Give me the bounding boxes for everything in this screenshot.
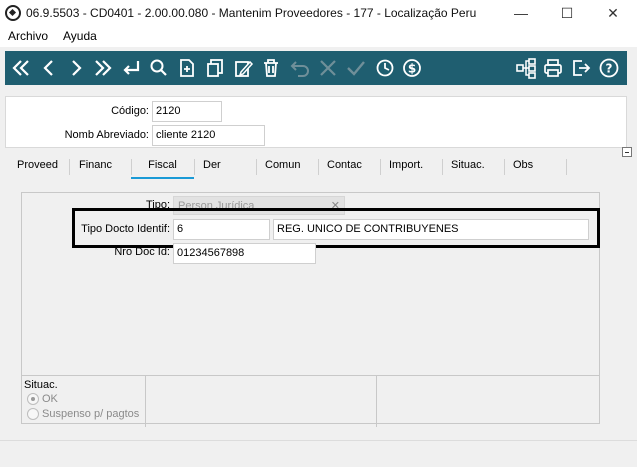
window-title: 06.9.5503 - CD0401 - 2.00.00.080 - Mante…: [26, 6, 477, 20]
exit-icon[interactable]: [569, 55, 593, 81]
copy-icon[interactable]: [203, 55, 227, 81]
highlight-box: [72, 208, 600, 248]
tab-proveed[interactable]: Proveed: [17, 155, 58, 179]
undo-icon: [288, 55, 312, 81]
tab-divider: [194, 159, 195, 175]
nomb-abreviado-label: Nomb Abreviado:: [64, 129, 149, 141]
tab-divider: [442, 159, 443, 175]
tab-import[interactable]: Import.: [389, 155, 423, 179]
new-document-icon[interactable]: [175, 55, 199, 81]
right-group: [376, 375, 600, 427]
menu-bar: Archivo Ayuda: [0, 27, 637, 47]
tab-fiscal[interactable]: Fiscal: [131, 155, 194, 179]
tab-bar: Proveed Financ Fiscal Der Comun Contac I…: [5, 155, 627, 179]
tab-divider: [566, 159, 567, 175]
delete-icon[interactable]: [259, 55, 283, 81]
minimize-button[interactable]: —: [498, 0, 544, 27]
help-icon[interactable]: ?: [597, 55, 621, 81]
nro-doc-id-label: Nro Doc Id:: [114, 246, 170, 258]
tab-comun[interactable]: Comun: [265, 155, 300, 179]
tab-divider: [504, 159, 505, 175]
history-icon[interactable]: [373, 55, 397, 81]
last-record-icon[interactable]: [91, 55, 115, 81]
status-bar: [0, 440, 637, 467]
first-record-icon[interactable]: [9, 55, 33, 81]
radio-suspenso-indicator: [27, 408, 39, 420]
title-bar: 06.9.5503 - CD0401 - 2.00.00.080 - Mante…: [0, 0, 637, 27]
tab-der[interactable]: Der: [203, 155, 221, 179]
codigo-field[interactable]: 2120: [152, 101, 222, 122]
tab-financ[interactable]: Financ: [79, 155, 112, 179]
cancel-icon: [316, 55, 340, 81]
tab-divider: [69, 159, 70, 175]
svg-text:$: $: [408, 62, 416, 76]
tab-divider: [318, 159, 319, 175]
previous-record-icon[interactable]: [37, 55, 61, 81]
tab-contac[interactable]: Contac: [327, 155, 362, 179]
situac-title: Situac.: [24, 379, 58, 391]
confirm-icon: [344, 55, 368, 81]
nomb-abreviado-field[interactable]: cliente 2120: [152, 125, 265, 146]
radio-ok-label: OK: [42, 393, 58, 405]
edit-icon[interactable]: [231, 55, 255, 81]
codigo-label: Código:: [111, 105, 149, 117]
search-icon[interactable]: [147, 55, 171, 81]
close-button[interactable]: ✕: [590, 0, 636, 27]
currency-icon[interactable]: $: [400, 55, 424, 81]
hierarchy-icon[interactable]: [514, 55, 538, 81]
nro-doc-id-field[interactable]: 01234567898: [173, 243, 316, 264]
maximize-button[interactable]: ☐: [544, 0, 590, 27]
print-icon[interactable]: [541, 55, 565, 81]
tab-divider: [380, 159, 381, 175]
tab-divider: [256, 159, 257, 175]
app-logo-icon: [5, 5, 21, 21]
radio-ok-indicator: [27, 393, 39, 405]
tab-situac[interactable]: Situac.: [451, 155, 485, 179]
radio-suspenso: Suspenso p/ pagtos: [27, 408, 139, 420]
menu-ayuda[interactable]: Ayuda: [63, 29, 97, 43]
radio-suspenso-label: Suspenso p/ pagtos: [42, 408, 140, 420]
menu-archivo[interactable]: Archivo: [8, 29, 48, 43]
svg-text:?: ?: [606, 62, 613, 76]
tab-obs[interactable]: Obs: [513, 155, 533, 179]
goto-icon[interactable]: [119, 55, 143, 81]
toolbar: $ ?: [5, 51, 627, 85]
next-record-icon[interactable]: [64, 55, 88, 81]
radio-ok: OK: [27, 393, 58, 405]
